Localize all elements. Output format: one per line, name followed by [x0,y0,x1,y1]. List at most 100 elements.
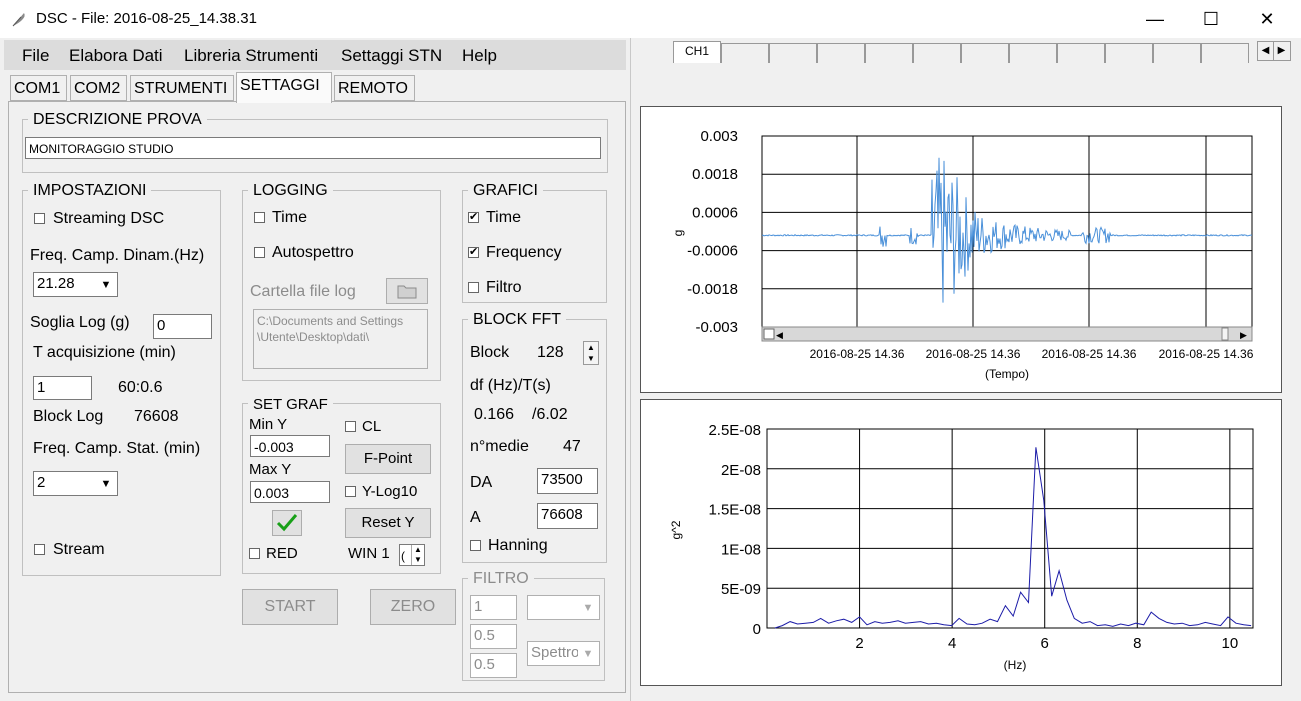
resety-button[interactable]: Reset Y [345,508,431,538]
fpoint-button[interactable]: F-Point [345,444,431,474]
menu-libreria-strumenti[interactable]: Libreria Strumenti [184,46,318,66]
grafici-time-checkbox[interactable]: ✔ [468,212,479,223]
cl-checkbox[interactable] [345,421,356,432]
block-log-label: Block Log [33,408,104,425]
channel-tab-8[interactable] [1009,43,1057,63]
scroll-right-icon[interactable]: ▶ [1274,42,1289,60]
menu-elabora-dati[interactable]: Elabora Dati [69,46,163,66]
minimize-button[interactable]: — [1132,0,1178,38]
freq-stat-select[interactable]: 2 ▼ [33,471,118,496]
filtro-v1-input[interactable]: 1 [470,595,517,620]
channel-tab-11[interactable] [1153,43,1201,63]
win-label: WIN 1 [348,545,390,562]
close-button[interactable]: ✕ [1244,0,1290,38]
a-input[interactable]: 76608 [537,503,598,529]
grafici-freq-checkbox[interactable]: ✔ [468,247,479,258]
streaming-label: Streaming DSC [53,210,165,227]
channel-tab-7[interactable] [961,43,1009,63]
filtro-type-select[interactable]: Spettro ▼ [527,641,600,666]
fft-chart: 2.5E-08 2E-08 1.5E-08 1E-08 5E-09 0 2 4 6 8 10 (Hz)… [640,399,1282,686]
x-tick-label: 8 [1133,635,1141,652]
filtro-v3-input[interactable]: 0.5 [470,653,517,678]
da-input[interactable]: 73500 [537,468,598,494]
y-tick-label: 0.0018 [692,166,738,183]
y-tick-label: 1E-08 [721,541,761,558]
red-checkbox[interactable] [249,548,260,559]
autospettro-checkbox[interactable] [254,247,265,258]
miny-input[interactable]: -0.003 [250,435,330,457]
chevron-down-icon[interactable]: ▼ [96,274,116,296]
start-button[interactable]: START [242,589,338,625]
zero-button[interactable]: ZERO [370,589,456,625]
apply-button[interactable] [272,510,302,536]
time-chart: 0.003 0.0018 0.0006 -0.0006 -0.0018 -0.003 201… [640,106,1282,393]
soglia-input[interactable]: 0 [153,314,212,339]
freq-dinam-select[interactable]: 21.28 ▼ [33,272,118,297]
descrizione-input[interactable]: MONITORAGGIO STUDIO [25,137,601,159]
menu-settaggi-stn[interactable]: Settaggi STN [341,46,442,66]
hanning-checkbox[interactable] [470,540,481,551]
menu-help[interactable]: Help [462,46,497,66]
nmedie-label: n°medie [470,438,529,455]
tab-com1[interactable]: COM1 [10,75,67,101]
y-tick-label: -0.0018 [687,281,738,298]
ylog-checkbox[interactable] [345,486,356,497]
freq-dinam-label: Freq. Camp. Dinam.(Hz) [30,247,205,264]
win-value: ( [401,549,405,563]
y-tick-label: 0 [753,621,761,638]
block-log-value: 76608 [134,408,179,425]
channel-tab-3[interactable] [769,43,817,63]
t-acq-input[interactable]: 1 [33,376,92,400]
channel-tab-9[interactable] [1057,43,1105,63]
logging-time-checkbox[interactable] [254,212,265,223]
maxy-input[interactable]: 0.003 [250,481,330,503]
chevron-down-icon[interactable]: ▼ [578,597,598,619]
spinner-arrows-icon[interactable]: ▲ ▼ [411,545,424,565]
streaming-checkbox[interactable] [34,213,45,224]
win-spinner[interactable]: ( ▲ ▼ [399,544,425,566]
scroll-left-icon[interactable]: ◀ [1258,42,1274,60]
scroll-right-icon: ▶ [1240,330,1247,340]
block-spinner[interactable]: ▲ ▼ [583,341,599,365]
window-title: DSC - File: 2016-08-25_14.38.31 [36,10,257,27]
log-path-field[interactable]: C:\Documents and Settings \Utente\Deskto… [253,309,428,369]
scroll-thumb [1221,327,1229,341]
filtro-v2-input[interactable]: 0.5 [470,624,517,649]
grafici-filtro-checkbox[interactable] [468,282,479,293]
tab-strumenti[interactable]: STRUMENTI [130,75,234,101]
x-tick-label: 2016-08-25 14.36 [926,347,1021,361]
filtro-order-select[interactable]: ▼ [527,595,600,620]
channel-tab-6[interactable] [913,43,961,63]
filtro-type-value: Spettro [531,644,580,661]
logging-time-label: Time [272,209,307,226]
y-tick-label: -0.003 [695,319,738,336]
miny-label: Min Y [249,416,288,433]
x-tick-label: 4 [948,635,956,652]
channel-tab-12[interactable] [1201,43,1249,63]
x-axis-label: (Tempo) [985,367,1029,381]
chevron-down-icon[interactable]: ▼ [578,643,598,665]
channel-tab-2[interactable] [721,43,769,63]
chevron-down-icon[interactable]: ▼ [96,473,116,495]
stream-checkbox[interactable] [34,544,45,555]
menu-bar: File Elabora Dati Libreria Strumenti Set… [4,40,626,70]
tab-remoto[interactable]: REMOTO [334,75,415,101]
freq-stat-label: Freq. Camp. Stat. (min) [33,440,201,457]
channel-tab-10[interactable] [1105,43,1153,63]
t-acq-readout: 60:0.6 [118,379,163,396]
channel-tab-5[interactable] [865,43,913,63]
tab-settaggi[interactable]: SETTAGGI [236,72,332,103]
block-label: Block [470,344,510,361]
y-tick-label: 1.5E-08 [708,502,761,519]
folder-button[interactable] [386,278,428,304]
title-bar: DSC - File: 2016-08-25_14.38.31 — ☐ ✕ [0,0,1301,38]
x-tick-label: 6 [1041,635,1049,652]
plot-area [761,135,1253,328]
maximize-button[interactable]: ☐ [1188,0,1234,38]
tab-com2[interactable]: COM2 [70,75,127,101]
channel-tab-4[interactable] [817,43,865,63]
t-acq-label: T acquisizione (min) [33,344,176,361]
menu-file[interactable]: File [22,46,49,66]
channel-tab-1[interactable]: CH1 [673,41,721,63]
tab-scroll-buttons[interactable]: ◀ ▶ [1257,41,1291,61]
